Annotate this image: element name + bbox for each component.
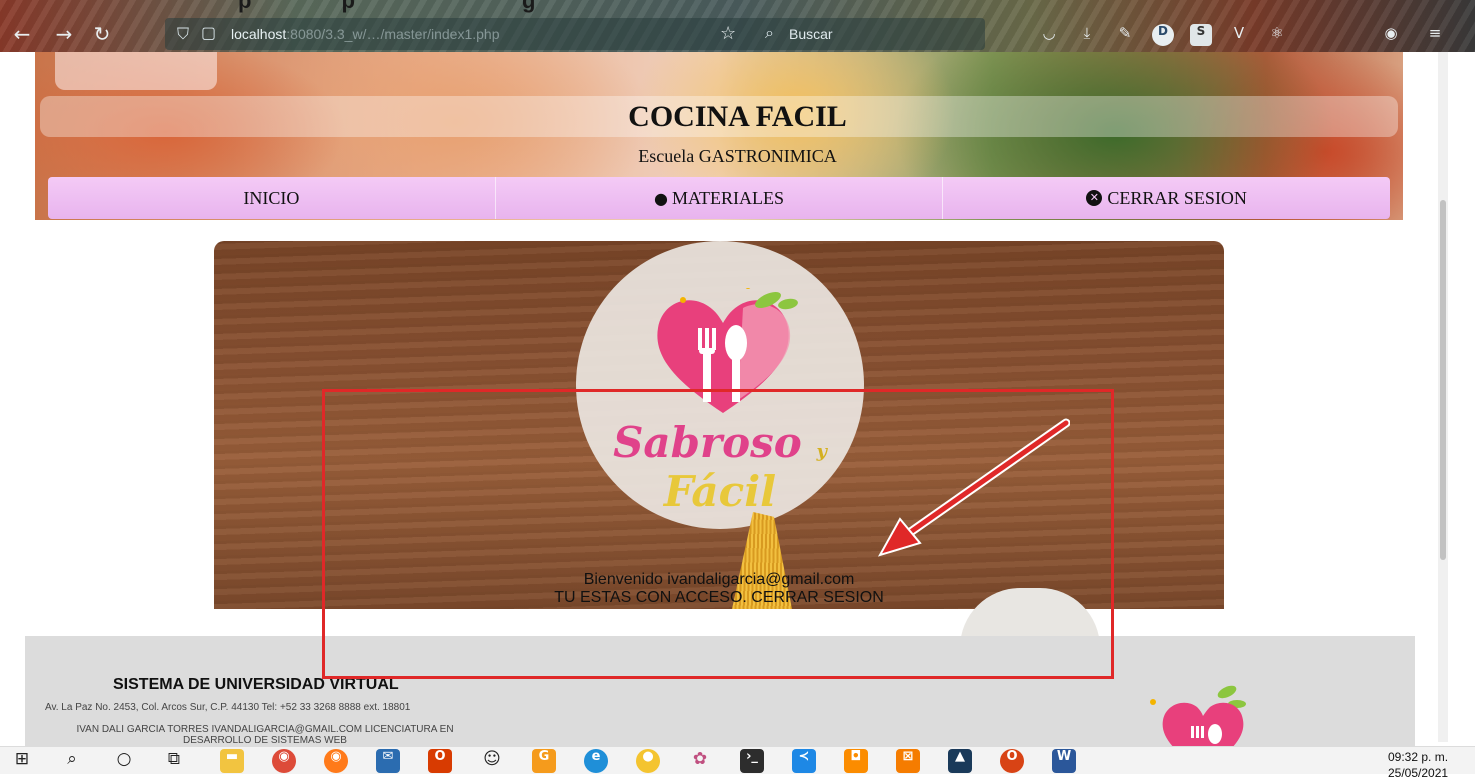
logo-placeholder [55, 52, 217, 90]
bookmark-star-icon[interactable]: ☆ [720, 23, 736, 44]
apple-icon: ● [654, 188, 668, 208]
taskbar-clock[interactable]: 09:32 p. m. [1388, 750, 1448, 764]
reload-icon[interactable]: ↻ [90, 22, 114, 46]
url-text[interactable]: localhost:8080/3.3_w/…/master/index1.php [231, 26, 500, 42]
footer-address: Av. La Paz No. 2453, Col. Arcos Sur, C.P… [45, 702, 411, 713]
app-swirl-icon[interactable]: ✿ [688, 749, 712, 773]
pocket-icon[interactable]: ◡ [1038, 24, 1060, 46]
back-icon[interactable]: ← [10, 22, 34, 46]
vscode-icon[interactable]: ≺ [792, 749, 816, 773]
nav-materiales-label: MATERIALES [671, 187, 784, 208]
app-g-icon[interactable]: G [532, 749, 556, 773]
address-bar[interactable]: ⛉ ▢ localhost:8080/3.3_w/…/master/index1… [165, 18, 985, 50]
site-subtitle: Escuela GASTRONIMICA [638, 146, 837, 166]
clipped-page-title: p p g [238, 0, 536, 13]
terminal-icon[interactable]: ›_ [740, 749, 764, 773]
menu-icon[interactable]: ≡ [1424, 24, 1446, 46]
extension-s-icon[interactable]: S [1190, 24, 1212, 46]
nav-cerrar-sesion-label: CERRAR SESION [1107, 187, 1247, 208]
word-icon[interactable]: W [1052, 749, 1076, 773]
nav-inicio-label: INICIO [243, 187, 300, 208]
chrome-icon[interactable]: ◉ [272, 749, 296, 773]
emoji-icon[interactable]: ☺ [480, 749, 504, 773]
task-view-icon[interactable]: ⧉ [162, 749, 186, 773]
opera-icon[interactable]: O [1000, 749, 1024, 773]
app-yellow-icon[interactable]: ● [636, 749, 660, 773]
account-icon[interactable]: ◉ [1380, 24, 1402, 46]
cortana-icon[interactable]: ○ [112, 749, 136, 773]
page-scrollbar-thumb[interactable] [1440, 200, 1446, 560]
forward-icon[interactable]: → [52, 22, 76, 46]
search-icon[interactable]: ⌕ [60, 749, 84, 773]
search-icon: ⌕ [765, 23, 774, 42]
annotation-arrow [877, 418, 1070, 557]
taskbar: ⊞ ⌕ ○ ⧉ ▬ ◉ ◉ ✉ O ☺ G e ● ✿ ›_ ≺ ◘ ⊠ ▲ O… [0, 746, 1475, 774]
browser-toolbar: p p g ← → ↻ ⛉ ▢ localhost:8080/3.3_w/…/m… [0, 0, 1475, 52]
main-nav: INICIO ● MATERIALES ✕ CERRAR SESION [48, 177, 1390, 219]
edge-icon[interactable]: e [584, 749, 608, 773]
shield-icon: ⛉ [177, 24, 190, 43]
file-explorer-icon[interactable]: ▬ [220, 749, 244, 773]
windows-start-icon[interactable]: ⊞ [10, 749, 34, 773]
download-icon[interactable]: ⤓ [1076, 24, 1098, 46]
app-orange-icon[interactable]: ◘ [844, 749, 868, 773]
mail-icon[interactable]: ✉ [376, 749, 400, 773]
office-icon[interactable]: O [428, 749, 452, 773]
page-icon: ▢ [201, 23, 217, 42]
footer-logo-icon [1150, 685, 1246, 746]
xampp-icon[interactable]: ⊠ [896, 749, 920, 773]
site-title: COCINA FACIL [628, 100, 847, 133]
nav-cerrar-sesion[interactable]: ✕ CERRAR SESION [943, 177, 1390, 219]
taskbar-date[interactable]: 25/05/2021 [1388, 766, 1448, 780]
footer-contact: IVAN DALI GARCIA TORRES IVANDALIGARCIA@G… [76, 724, 454, 746]
extension-d-icon[interactable]: D [1152, 24, 1174, 46]
firefox-icon[interactable]: ◉ [324, 749, 348, 773]
nav-materiales[interactable]: ● MATERIALES [496, 177, 944, 219]
nav-inicio[interactable]: INICIO [48, 177, 496, 219]
close-circle-icon: ✕ [1086, 190, 1103, 206]
vue-extension-icon[interactable]: V [1228, 24, 1250, 46]
search-input[interactable]: Buscar [789, 26, 833, 42]
react-extension-icon[interactable]: ⚛ [1266, 24, 1288, 46]
wrench-icon[interactable]: ✎ [1114, 24, 1136, 46]
app-dark-icon[interactable]: ▲ [948, 749, 972, 773]
